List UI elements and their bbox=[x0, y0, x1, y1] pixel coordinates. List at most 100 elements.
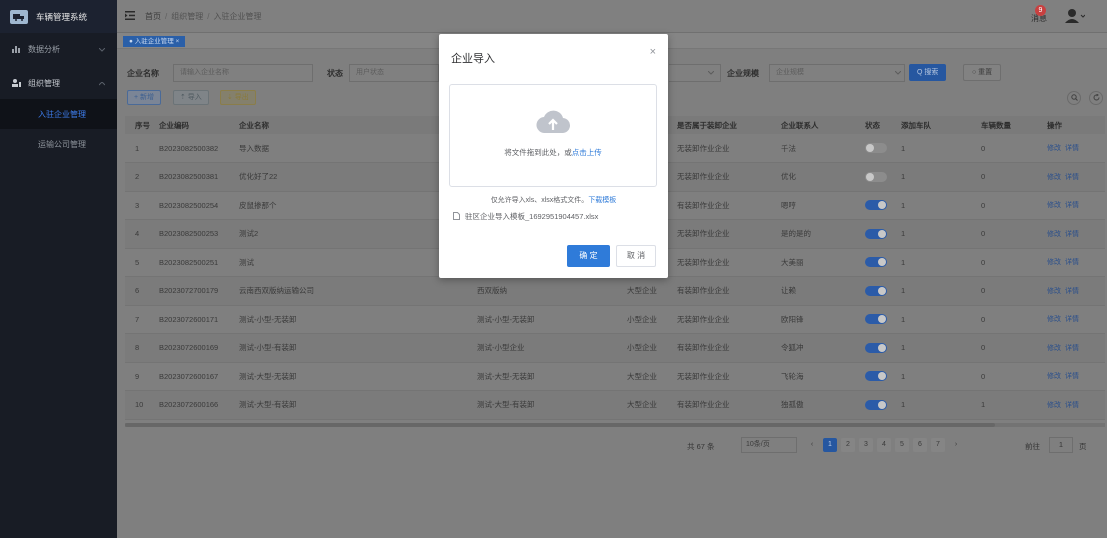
sidebar-subitem-enterprise[interactable]: 入驻企业管理 bbox=[0, 99, 117, 129]
detail-link[interactable]: 详情 bbox=[1065, 316, 1079, 323]
cell-fleet: 1 bbox=[901, 248, 981, 277]
import-button[interactable]: ⇡ 导入 bbox=[173, 90, 209, 105]
cancel-button[interactable]: 取 消 bbox=[616, 245, 656, 267]
status-toggle[interactable] bbox=[865, 228, 887, 239]
detail-link[interactable]: 详情 bbox=[1065, 402, 1079, 409]
edit-link[interactable]: 修改 bbox=[1047, 231, 1061, 238]
detail-link[interactable]: 详情 bbox=[1065, 373, 1079, 380]
actions-cell: 修改 详情 bbox=[1047, 276, 1105, 306]
search-toggle-icon[interactable] bbox=[1067, 91, 1081, 105]
actions-cell: 修改 详情 bbox=[1047, 134, 1105, 163]
sidebar-subitem-transport[interactable]: 运输公司管理 bbox=[0, 129, 117, 159]
document-icon bbox=[453, 211, 460, 222]
cell-fleet: 1 bbox=[901, 134, 981, 163]
edit-link[interactable]: 修改 bbox=[1047, 174, 1061, 181]
status-toggle[interactable] bbox=[865, 143, 887, 153]
download-template-link[interactable]: 下载模板 bbox=[588, 197, 616, 204]
cell-vehicles: 0 bbox=[981, 219, 1047, 249]
status-toggle[interactable] bbox=[865, 171, 887, 182]
edit-link[interactable]: 修改 bbox=[1047, 288, 1061, 295]
cell-vehicles: 0 bbox=[981, 248, 1047, 277]
logo[interactable]: 车辆管理系统 bbox=[0, 0, 117, 33]
status-cell bbox=[865, 219, 901, 249]
scale-select[interactable]: 企业规模 bbox=[769, 64, 905, 82]
status-toggle[interactable] bbox=[865, 257, 887, 268]
chevron-down-icon bbox=[895, 71, 901, 75]
topbar: 首页 / 组织管理 / 入驻企业管理 9 消息 bbox=[117, 0, 1107, 33]
tag-enterprise-management[interactable]: ● 入驻企业管理 × bbox=[123, 36, 186, 47]
sidebar-item-data-analysis[interactable]: 数据分析 bbox=[0, 35, 117, 63]
edit-link[interactable]: 修改 bbox=[1047, 316, 1061, 323]
detail-link[interactable]: 详情 bbox=[1065, 174, 1079, 181]
edit-link[interactable]: 修改 bbox=[1047, 373, 1061, 380]
cell-code: B2023082500381 bbox=[159, 162, 239, 192]
col-contact: 企业联系人 bbox=[781, 116, 865, 134]
page-6[interactable]: 6 bbox=[913, 438, 927, 452]
cell-type: 无装卸作业企业 bbox=[677, 134, 781, 163]
page-1[interactable]: 1 bbox=[823, 438, 837, 452]
detail-link[interactable]: 详情 bbox=[1065, 231, 1079, 238]
status-toggle[interactable] bbox=[865, 399, 887, 410]
cell-name: 测试-小型-有装卸 bbox=[239, 333, 477, 363]
click-upload-link[interactable]: 点击上传 bbox=[572, 148, 602, 157]
cell-idx: 8 bbox=[125, 333, 159, 363]
export-button[interactable]: ⇣ 导出 bbox=[220, 90, 256, 105]
chevron-up-icon bbox=[98, 79, 106, 88]
edit-link[interactable]: 修改 bbox=[1047, 202, 1061, 209]
page-7[interactable]: 7 bbox=[931, 438, 945, 452]
messages-button[interactable]: 9 消息 bbox=[1031, 5, 1047, 24]
page-4[interactable]: 4 bbox=[877, 438, 891, 452]
menu-fold-icon[interactable] bbox=[125, 11, 135, 22]
enterprise-type-select[interactable] bbox=[669, 64, 721, 82]
prev-page-icon[interactable]: ‹ bbox=[805, 438, 819, 452]
goto-page-input[interactable]: 1 bbox=[1049, 437, 1073, 453]
status-select[interactable]: 用户状态 bbox=[349, 64, 439, 82]
page-suffix: 页 bbox=[1079, 442, 1087, 451]
horizontal-scrollbar[interactable] bbox=[125, 423, 1105, 427]
uploaded-file[interactable]: 驻区企业导入模板_1692951904457.xlsx bbox=[453, 211, 598, 222]
breadcrumb-org[interactable]: 组织管理 bbox=[171, 12, 203, 21]
status-toggle[interactable] bbox=[865, 371, 887, 382]
page-size-select[interactable]: 10条/页 bbox=[741, 437, 797, 453]
cell-contact: 令狐冲 bbox=[781, 333, 865, 363]
status-toggle[interactable] bbox=[865, 200, 887, 211]
detail-link[interactable]: 详情 bbox=[1065, 288, 1079, 295]
status-toggle[interactable] bbox=[865, 285, 887, 296]
page-5[interactable]: 5 bbox=[895, 438, 909, 452]
cell-type: 无装卸作业企业 bbox=[677, 305, 781, 334]
cell-idx: 2 bbox=[125, 162, 159, 192]
status-toggle[interactable] bbox=[865, 314, 887, 325]
cell-code: B2023072600171 bbox=[159, 305, 239, 334]
detail-link[interactable]: 详情 bbox=[1065, 202, 1079, 209]
scrollbar-thumb[interactable] bbox=[125, 423, 995, 427]
refresh-icon[interactable] bbox=[1089, 91, 1103, 105]
table-row: 9 B2023072600167 测试-大型-无装卸 测试-大型-无装卸 大型企业 无装卸… bbox=[125, 362, 1105, 391]
import-dialog: 企业导入 × 将文件拖到此处，或点击上传 仅允许导入xls、xlsx格式文件。下… bbox=[439, 34, 668, 278]
detail-link[interactable]: 详情 bbox=[1065, 345, 1079, 352]
cell-code: B2023072600167 bbox=[159, 362, 239, 391]
edit-link[interactable]: 修改 bbox=[1047, 402, 1061, 409]
edit-link[interactable]: 修改 bbox=[1047, 345, 1061, 352]
search-button[interactable]: Q 搜索 bbox=[909, 64, 947, 81]
edit-link[interactable]: 修改 bbox=[1047, 145, 1061, 152]
cell-contact: 嗯哼 bbox=[781, 191, 865, 220]
close-icon[interactable]: × bbox=[650, 46, 656, 58]
detail-link[interactable]: 详情 bbox=[1065, 259, 1079, 266]
table-row: 10 B2023072600166 测试-大型-有装卸 测试-大型-有装卸 大型企业 有装… bbox=[125, 390, 1105, 420]
avatar[interactable] bbox=[1065, 8, 1086, 26]
detail-link[interactable]: 详情 bbox=[1065, 145, 1079, 152]
status-toggle[interactable] bbox=[865, 342, 887, 353]
page-3[interactable]: 3 bbox=[859, 438, 873, 452]
company-name-input[interactable]: 请输入企业名称 bbox=[173, 64, 313, 82]
sidebar-item-org-management[interactable]: 组织管理 bbox=[0, 69, 117, 97]
reset-button[interactable]: ○ 重置 bbox=[963, 64, 1002, 81]
confirm-button[interactable]: 确 定 bbox=[567, 245, 610, 267]
add-button[interactable]: + 新增 bbox=[127, 90, 162, 105]
status-label: 状态 bbox=[327, 69, 343, 78]
breadcrumb-home[interactable]: 首页 bbox=[145, 12, 161, 21]
next-page-icon[interactable]: › bbox=[949, 438, 963, 452]
page-2[interactable]: 2 bbox=[841, 438, 855, 452]
edit-link[interactable]: 修改 bbox=[1047, 259, 1061, 266]
upload-dropzone[interactable]: 将文件拖到此处，或点击上传 bbox=[449, 84, 657, 187]
col-vehicles: 车辆数量 bbox=[981, 116, 1047, 134]
